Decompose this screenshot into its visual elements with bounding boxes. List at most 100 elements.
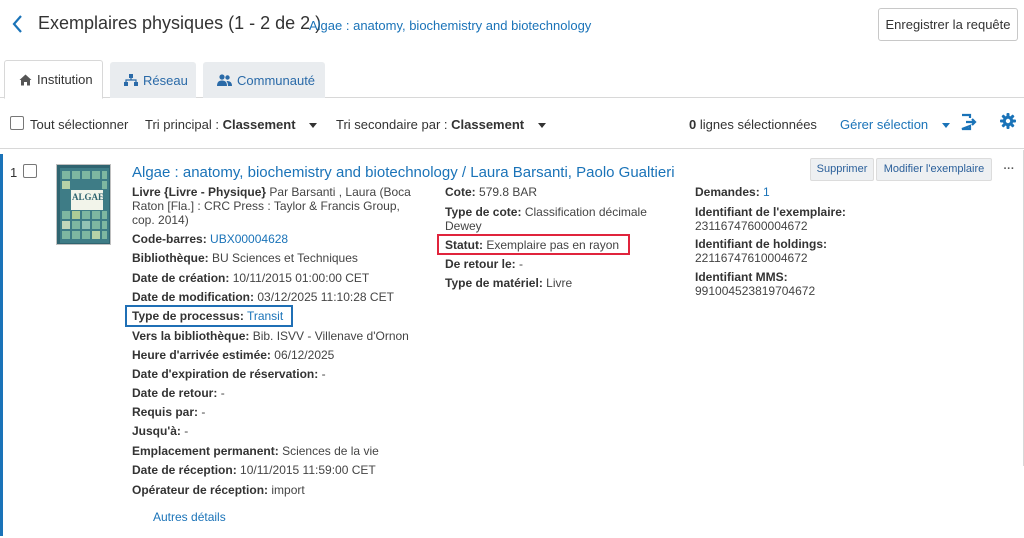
field-key: Identifiant MMS: (695, 270, 788, 284)
results-toolbar: Tout sélectionner Tri principal : Classe… (0, 99, 1024, 149)
field-value: 10/11/2015 11:59:00 CET (240, 463, 376, 477)
to-library-field: Vers la bibliothèque: Bib. ISVV - Villen… (132, 329, 409, 343)
network-icon (124, 74, 138, 86)
until-field: Jusqu'à: - (132, 424, 188, 438)
field-value: Sciences de la vie (282, 444, 379, 458)
record-title-link[interactable]: Algae : anatomy, biochemistry and biotec… (132, 164, 675, 181)
field-key: Code-barres: (132, 232, 207, 246)
material-type-key: Livre {Livre - Physique} (132, 185, 267, 199)
field-key: Date de création: (132, 271, 230, 285)
field-value: 23116747600004672 (695, 219, 808, 233)
row-number: 1 (10, 165, 18, 180)
save-query-button[interactable]: Enregistrer la requête (878, 8, 1018, 41)
process-type-field: Type de processus: Transit (132, 309, 283, 323)
receiving-date-field: Date de réception: 10/11/2015 11:59:00 C… (132, 463, 376, 477)
field-value: Bib. ISVV - Villenave d'Ornon (252, 329, 409, 343)
back-chevron-icon[interactable] (9, 13, 27, 35)
more-actions-button[interactable]: ··· (994, 158, 1024, 181)
tab-network[interactable]: Réseau (110, 62, 196, 98)
barcode-link[interactable]: UBX00004628 (210, 232, 288, 246)
select-all-label: Tout sélectionner (30, 117, 129, 132)
field-key: Cote: (445, 185, 476, 199)
manage-selection-label: Gérer sélection (840, 117, 929, 132)
call-number-type-field: Type de cote: Classification décimale De… (445, 205, 675, 233)
manage-selection-dropdown[interactable]: Gérer sélection (840, 117, 950, 132)
chevron-down-icon (309, 123, 318, 129)
modification-date-field: Date de modification: 03/12/2025 11:10:2… (132, 290, 394, 304)
primary-sort-dropdown[interactable]: Tri principal : Classement (145, 117, 318, 132)
field-key: Requis par: (132, 405, 199, 419)
requests-link[interactable]: 1 (763, 185, 770, 199)
return-date-field: Date de retour: - (132, 386, 225, 400)
tab-community[interactable]: Communauté (203, 62, 325, 98)
field-key: Statut: (445, 238, 483, 252)
holdings-id-field: Identifiant de holdings: 221167476100046… (695, 237, 827, 265)
selected-count-text: 0 lignes sélectionnées (689, 117, 817, 132)
field-value: BU Sciences et Techniques (212, 251, 358, 265)
edit-item-button[interactable]: Modifier l'exemplaire (876, 158, 992, 181)
primary-sort-value: Classement (222, 117, 296, 132)
title-link[interactable]: Algae : anatomy, biochemistry and biotec… (309, 18, 591, 33)
selected-count: 0 (689, 117, 697, 132)
requests-field: Demandes: 1 (695, 185, 770, 199)
select-all-checkbox[interactable] (10, 116, 24, 130)
page-header: Exemplaires physiques (1 - 2 de 2 ) Alga… (0, 0, 1024, 50)
hold-expiration-field: Date d'expiration de réservation: - (132, 367, 326, 381)
field-value: 22116747610004672 (695, 251, 808, 265)
creation-date-field: Date de création: 10/11/2015 01:00:00 CE… (132, 271, 369, 285)
field-key: Type de cote: (445, 205, 522, 219)
field-value: - (201, 405, 206, 419)
field-value: 10/11/2015 01:00:00 CET (232, 271, 370, 285)
export-icon[interactable] (959, 113, 977, 131)
material-type-line: Livre {Livre - Physique} Par Barsanti , … (132, 185, 422, 227)
field-value: - (519, 257, 524, 271)
permanent-location-field: Emplacement permanent: Sciences de la vi… (132, 444, 379, 458)
author-line-2: Raton [Fla.] : CRC Press : Taylor & Fran… (132, 199, 400, 213)
secondary-sort-dropdown[interactable]: Tri secondaire par : Classement (336, 117, 546, 132)
more-details-link[interactable]: Autres détails (153, 510, 226, 524)
field-key: Identifiant de holdings: (695, 237, 827, 251)
field-key: Type de processus: (132, 309, 244, 323)
scope-tabs: Institution Réseau Communauté (0, 60, 1024, 99)
home-icon (19, 74, 32, 86)
status-field: Statut: Exemplaire pas en rayon (445, 238, 619, 252)
gear-icon[interactable] (1000, 113, 1016, 129)
eta-field: Heure d'arrivée estimée: 06/12/2025 (132, 348, 334, 362)
field-value: - (321, 367, 326, 381)
field-key: Bibliothèque: (132, 251, 209, 265)
tab-label: Institution (37, 72, 93, 87)
call-number-field: Cote: 579.8 BAR (445, 185, 537, 199)
selected-row-accent (0, 154, 3, 536)
field-key: Emplacement permanent: (132, 444, 279, 458)
delete-button[interactable]: Supprimer (810, 158, 874, 181)
tab-institution[interactable]: Institution (4, 60, 103, 99)
field-value: 03/12/2025 11:10:28 CET (257, 290, 394, 304)
chevron-down-icon (941, 123, 950, 129)
receiving-operator-field: Opérateur de réception: import (132, 483, 305, 497)
primary-sort-label: Tri principal : (145, 117, 219, 132)
field-value: Dewey (445, 219, 482, 233)
library-field: Bibliothèque: BU Sciences et Techniques (132, 251, 358, 265)
field-value: - (220, 386, 225, 400)
due-back-field: De retour le: - (445, 257, 523, 271)
field-value: - (184, 424, 189, 438)
field-key: Jusqu'à: (132, 424, 181, 438)
field-key: Date de réception: (132, 463, 237, 477)
barcode-field: Code-barres: UBX00004628 (132, 232, 288, 246)
community-icon (217, 74, 232, 86)
secondary-sort-label: Tri secondaire par : (336, 117, 448, 132)
tab-label: Réseau (143, 72, 188, 88)
field-key: Type de matériel: (445, 276, 543, 290)
field-key: Date de modification: (132, 290, 255, 304)
field-key: Vers la bibliothèque: (132, 329, 250, 343)
field-key: Date de retour: (132, 386, 218, 400)
row-checkbox[interactable] (23, 164, 37, 178)
item-record: 1 ALGAE Algae : anatomy, biochemistry an… (0, 150, 1024, 538)
book-cover-thumbnail[interactable]: ALGAE (56, 164, 111, 245)
field-key: Date d'expiration de réservation: (132, 367, 319, 381)
process-type-link[interactable]: Transit (247, 309, 283, 323)
field-value: import (271, 483, 305, 497)
author-line-3: cop. 2014) (132, 213, 189, 227)
page-title: Exemplaires physiques (1 - 2 de 2 ) (38, 13, 322, 33)
requested-by-field: Requis par: - (132, 405, 205, 419)
